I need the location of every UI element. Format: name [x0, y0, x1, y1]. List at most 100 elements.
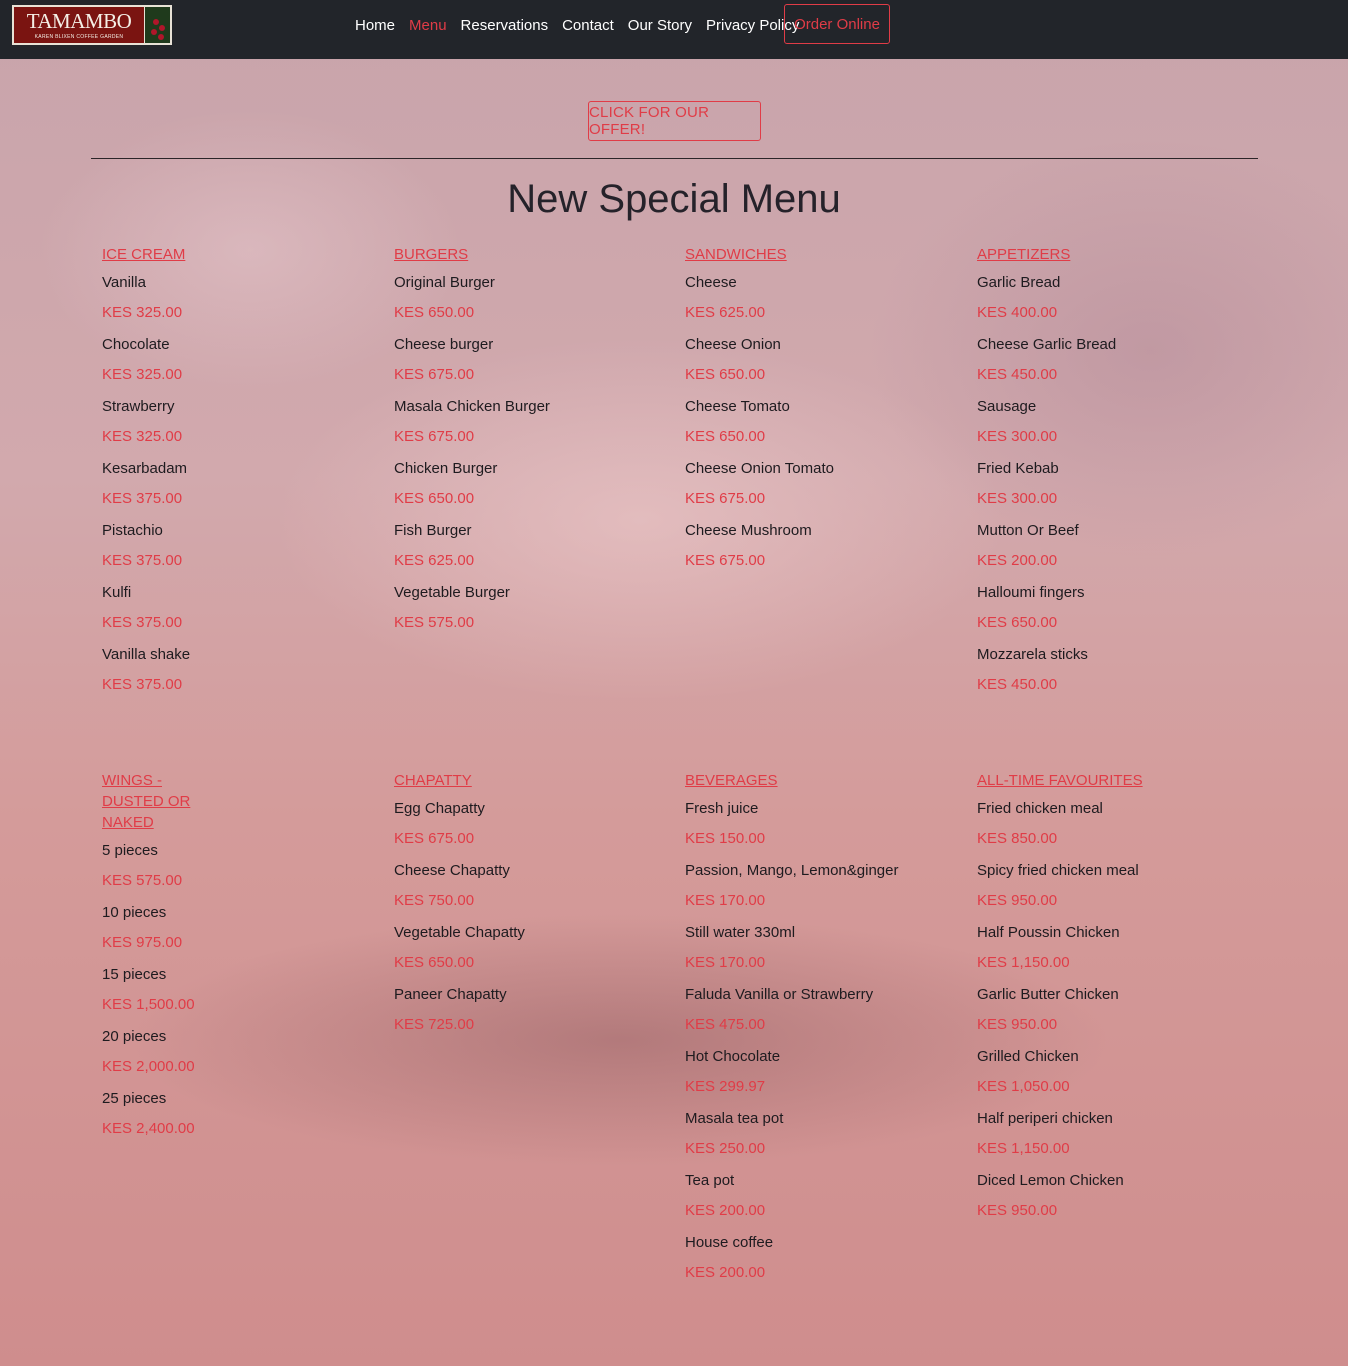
- menu-section: WINGS - DUSTED OR NAKED 5 pieces KES 575.0…: [102, 770, 372, 1152]
- logo-name: TAMAMBO: [26, 8, 132, 33]
- menu-item-name: Fried Kebab: [977, 460, 1059, 477]
- category-link[interactable]: ICE CREAM: [102, 244, 372, 265]
- menu-item-price: KES 299.97: [685, 1078, 766, 1095]
- menu-item-name: Fried chicken meal: [977, 800, 1103, 817]
- menu-item-price: KES 150.00: [685, 830, 766, 847]
- logo-text: TAMAMBO KAREN BLIXEN COFFEE GARDEN: [14, 7, 144, 43]
- menu-item-name: Sausage: [977, 398, 1037, 415]
- menu-item-price: KES 200.00: [685, 1202, 766, 1219]
- menu-item-price: KES 400.00: [977, 304, 1058, 321]
- menu-item-name: Fresh juice: [685, 800, 759, 817]
- menu-item-price: KES 575.00: [394, 614, 475, 631]
- menu-item-name: Cheese Chapatty: [394, 862, 510, 879]
- nav-link-reservations[interactable]: Reservations: [461, 16, 549, 35]
- menu-section: BEVERAGES Fresh juice KES 150.00 Passion, M…: [685, 770, 955, 1296]
- menu-item-price: KES 375.00: [102, 490, 183, 507]
- menu-item-price: KES 725.00: [394, 1016, 475, 1033]
- menu-item-price: KES 650.00: [394, 304, 475, 321]
- menu-item-name: Cheese burger: [394, 336, 494, 353]
- menu-item-price: KES 475.00: [685, 1016, 766, 1033]
- menu-item-price: KES 675.00: [394, 428, 475, 445]
- menu-section: ALL-TIME FAVOURITES Fried chicken meal KES…: [977, 770, 1247, 1234]
- offer-button[interactable]: CLICK FOR OUR OFFER!: [588, 101, 761, 141]
- menu-item-price: KES 650.00: [685, 428, 766, 445]
- menu-item-price: KES 250.00: [685, 1140, 766, 1157]
- menu-item-price: KES 170.00: [685, 954, 766, 971]
- menu-item-price: KES 650.00: [977, 614, 1058, 631]
- menu-item-price: KES 1,050.00: [977, 1078, 1070, 1095]
- menu-item-price: KES 950.00: [977, 1202, 1058, 1219]
- menu-item-name: Vegetable Burger: [394, 584, 510, 601]
- menu-item-price: KES 2,400.00: [102, 1120, 195, 1137]
- menu-item-name: Faluda Vanilla or Strawberry: [685, 986, 874, 1003]
- menu-item-price: KES 1,150.00: [977, 954, 1070, 971]
- menu-item-price: KES 200.00: [977, 552, 1058, 569]
- menu-item-name: Garlic Bread: [977, 274, 1061, 291]
- menu-item-price: KES 375.00: [102, 552, 183, 569]
- menu-item-price: KES 950.00: [977, 892, 1058, 909]
- menu-item-price: KES 850.00: [977, 830, 1058, 847]
- category-link[interactable]: SANDWICHES: [685, 244, 955, 265]
- menu-item-name: Cheese: [685, 274, 737, 291]
- menu-item-name: 10 pieces: [102, 904, 167, 921]
- category-link[interactable]: BURGERS: [394, 244, 664, 265]
- menu-item-name: Passion, Mango, Lemon&ginger: [685, 862, 899, 879]
- menu-item-name: Vanilla shake: [102, 646, 191, 663]
- menu-item-name: Masala tea pot: [685, 1110, 784, 1127]
- menu-item-price: KES 675.00: [685, 490, 766, 507]
- menu-item-name: 25 pieces: [102, 1090, 167, 1107]
- menu-item-price: KES 170.00: [685, 892, 766, 909]
- menu-section: SANDWICHES Cheese KES 625.00 Cheese Onion KE…: [685, 244, 955, 584]
- menu-item-name: 20 pieces: [102, 1028, 167, 1045]
- menu-item-name: Kesarbadam: [102, 460, 188, 477]
- menu-item-name: Hot Chocolate: [685, 1048, 781, 1065]
- menu-item-price: KES 300.00: [977, 490, 1058, 507]
- menu-section: CHAPATTY Egg Chapatty KES 675.00 Cheese Cha…: [394, 770, 664, 1048]
- category-link[interactable]: APPETIZERS: [977, 244, 1247, 265]
- menu-item-price: KES 375.00: [102, 614, 183, 631]
- menu-item-name: Diced Lemon Chicken: [977, 1172, 1124, 1189]
- menu-item-name: Strawberry: [102, 398, 175, 415]
- menu-item-price: KES 325.00: [102, 304, 183, 321]
- menu-item-price: KES 2,000.00: [102, 1058, 195, 1075]
- menu-item-name: Pistachio: [102, 522, 163, 539]
- menu-item-name: Egg Chapatty: [394, 800, 485, 817]
- logo-tagline: KAREN BLIXEN COFFEE GARDEN: [34, 33, 124, 40]
- category-link[interactable]: CHAPATTY: [394, 770, 664, 791]
- menu-item-name: Tea pot: [685, 1172, 735, 1189]
- menu-item-price: KES 325.00: [102, 366, 183, 383]
- category-link[interactable]: ALL-TIME FAVOURITES: [977, 770, 1247, 791]
- menu-item-name: 15 pieces: [102, 966, 167, 983]
- menu-item-name: Original Burger: [394, 274, 495, 291]
- navbar: TAMAMBO KAREN BLIXEN COFFEE GARDEN Home …: [0, 0, 1348, 59]
- menu-item-name: 5 pieces: [102, 842, 158, 859]
- category-link[interactable]: BEVERAGES: [685, 770, 955, 791]
- menu-item-name: Cheese Mushroom: [685, 522, 812, 539]
- menu-item-name: Chocolate: [102, 336, 170, 353]
- menu-item-name: Still water 330ml: [685, 924, 796, 941]
- menu-item-price: KES 675.00: [394, 366, 475, 383]
- nav-link-home[interactable]: Home: [355, 16, 395, 35]
- menu-item-price: KES 650.00: [685, 366, 766, 383]
- menu-item-name: Mozzarela sticks: [977, 646, 1088, 663]
- menu-item-price: KES 675.00: [394, 830, 475, 847]
- menu-item-name: House coffee: [685, 1234, 774, 1251]
- menu-item-name: Chicken Burger: [394, 460, 498, 477]
- menu-page: CLICK FOR OUR OFFER! New Special Menu IC…: [0, 59, 1348, 1366]
- menu-item-name: Vegetable Chapatty: [394, 924, 525, 941]
- menu-item-price: KES 450.00: [977, 366, 1058, 383]
- menu-item-name: Garlic Butter Chicken: [977, 986, 1119, 1003]
- category-link[interactable]: WINGS - DUSTED OR NAKED: [102, 770, 227, 833]
- nav-link-menu[interactable]: Menu: [409, 16, 447, 35]
- menu-item-price: KES 1,150.00: [977, 1140, 1070, 1157]
- menu-item-price: KES 650.00: [394, 490, 475, 507]
- menu-item-name: Spicy fried chicken meal: [977, 862, 1139, 879]
- order-online-button[interactable]: Order Online: [784, 4, 890, 44]
- nav-link-contact[interactable]: Contact: [562, 16, 614, 35]
- menu-section: BURGERS Original Burger KES 650.00 Cheese b…: [394, 244, 664, 646]
- nav-link-our-story[interactable]: Our Story: [628, 16, 692, 35]
- menu-item-name: Cheese Tomato: [685, 398, 790, 415]
- logo[interactable]: TAMAMBO KAREN BLIXEN COFFEE GARDEN: [12, 5, 172, 45]
- menu-item-name: Cheese Garlic Bread: [977, 336, 1117, 353]
- menu-item-price: KES 300.00: [977, 428, 1058, 445]
